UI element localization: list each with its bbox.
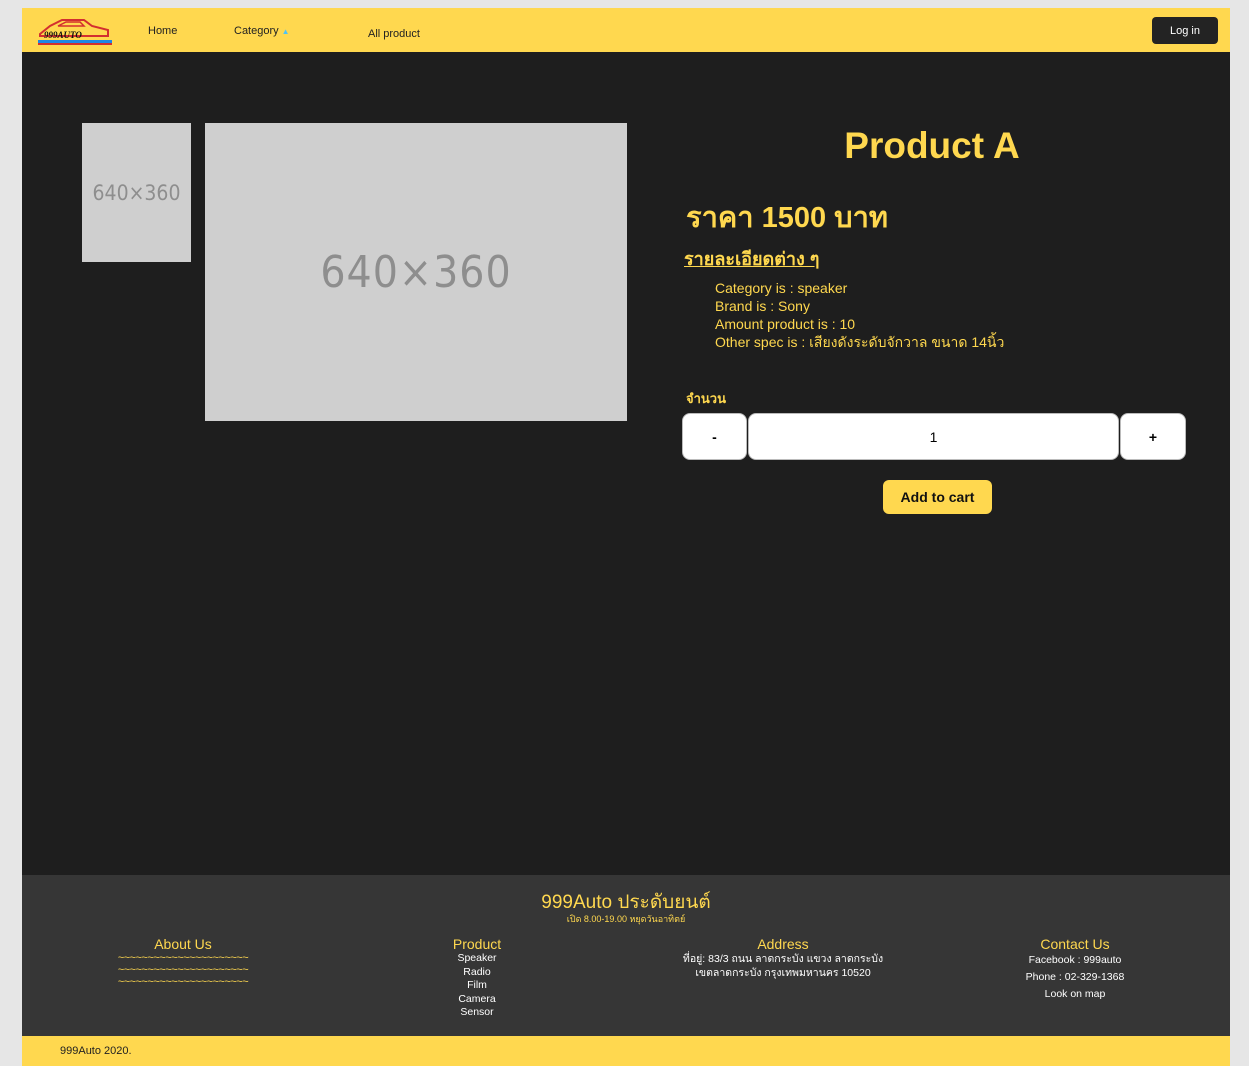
details-heading: รายละเอียดต่าง ๆ [684,249,820,269]
nav-home-link[interactable]: Home [148,25,177,37]
footer-product-link[interactable]: Radio [417,966,537,980]
nav-category-label: Category [234,25,279,37]
footer-product-link[interactable]: Camera [417,993,537,1007]
caret-down-icon: ▲ [281,27,290,36]
footer-product-link[interactable]: Speaker [417,952,537,966]
copyright: 999Auto 2020. [60,1045,132,1057]
product-heading: Product [452,936,502,952]
navbar: 999AUTO Home Category ▲ All product Log i… [22,8,1230,52]
svg-text:999AUTO: 999AUTO [44,30,82,40]
quantity-increment-button[interactable]: + [1120,413,1186,460]
brand-logo[interactable]: 999AUTO [36,14,114,46]
address-line: ที่อยู่: 83/3 ถนน ลาดกระบัง แขวง ลาดกระบ… [682,953,884,965]
footer: 999Auto ประดับยนต์ เปิด 8.00-19.00 หยุดว… [22,875,1230,1036]
contact-heading: Contact Us [1040,936,1110,952]
login-button[interactable]: Log in [1152,17,1218,44]
quantity-input[interactable]: 1 [748,413,1119,460]
quantity-decrement-button[interactable]: - [682,413,747,460]
spec-item: Other spec is : เสียงดังระดับจักวาล ขนาด… [715,334,1005,350]
about-heading: About Us [154,936,212,952]
product-price: ราคา 1500 บาท [686,202,888,234]
footer-about-column: About Us ~~~~~~~~~~~~~~~~~~~~~~ ~~~~~~~~… [78,936,288,988]
facebook-link[interactable]: Facebook : 999auto [1005,952,1145,969]
page-frame: 999AUTO Home Category ▲ All product Log i… [22,8,1230,1066]
add-to-cart-button[interactable]: Add to cart [883,480,992,514]
footer-contact-column: Contact Us Facebook : 999auto Phone : 02… [1005,936,1145,1003]
footer-hours: เปิด 8.00-19.00 หยุดวันอาทิตย์ [566,914,686,924]
phone-text: Phone : 02-329-1368 [1025,971,1125,983]
about-line: ~~~~~~~~~~~~~~~~~~~~~~ [117,976,249,988]
footer-product-link[interactable]: Sensor [417,1006,537,1020]
nav-all-product-link[interactable]: All product [368,28,420,40]
footer-address-column: Address ที่อยู่: 83/3 ถนน ลาดกระบัง แขวง… [653,936,913,980]
address-line: เขตลาดกระบัง กรุงเทพมหานคร 10520 [695,967,871,979]
product-title: Product A [844,125,1020,166]
map-link[interactable]: Look on map [1005,986,1145,1003]
spec-item: Category is : speaker [715,280,848,296]
spec-list: Category is : speaker Brand is : Sony Am… [715,279,1004,351]
footer-product-column: Product Speaker Radio Film Camera Sensor [417,936,537,1020]
nav-category-dropdown[interactable]: Category ▲ [234,25,290,37]
spec-item: Amount product is : 10 [715,316,856,332]
about-line: ~~~~~~~~~~~~~~~~~~~~~~ [117,964,249,976]
about-line: ~~~~~~~~~~~~~~~~~~~~~~ [117,952,249,964]
product-thumbnail[interactable]: 640×360 [82,123,191,262]
bottom-bar: 999Auto 2020. [22,1036,1230,1066]
spec-item: Brand is : Sony [715,298,810,314]
quantity-label: จำนวน [686,391,726,406]
product-main-image: 640×360 [205,123,627,421]
address-heading: Address [757,936,809,952]
footer-product-link[interactable]: Film [417,979,537,993]
